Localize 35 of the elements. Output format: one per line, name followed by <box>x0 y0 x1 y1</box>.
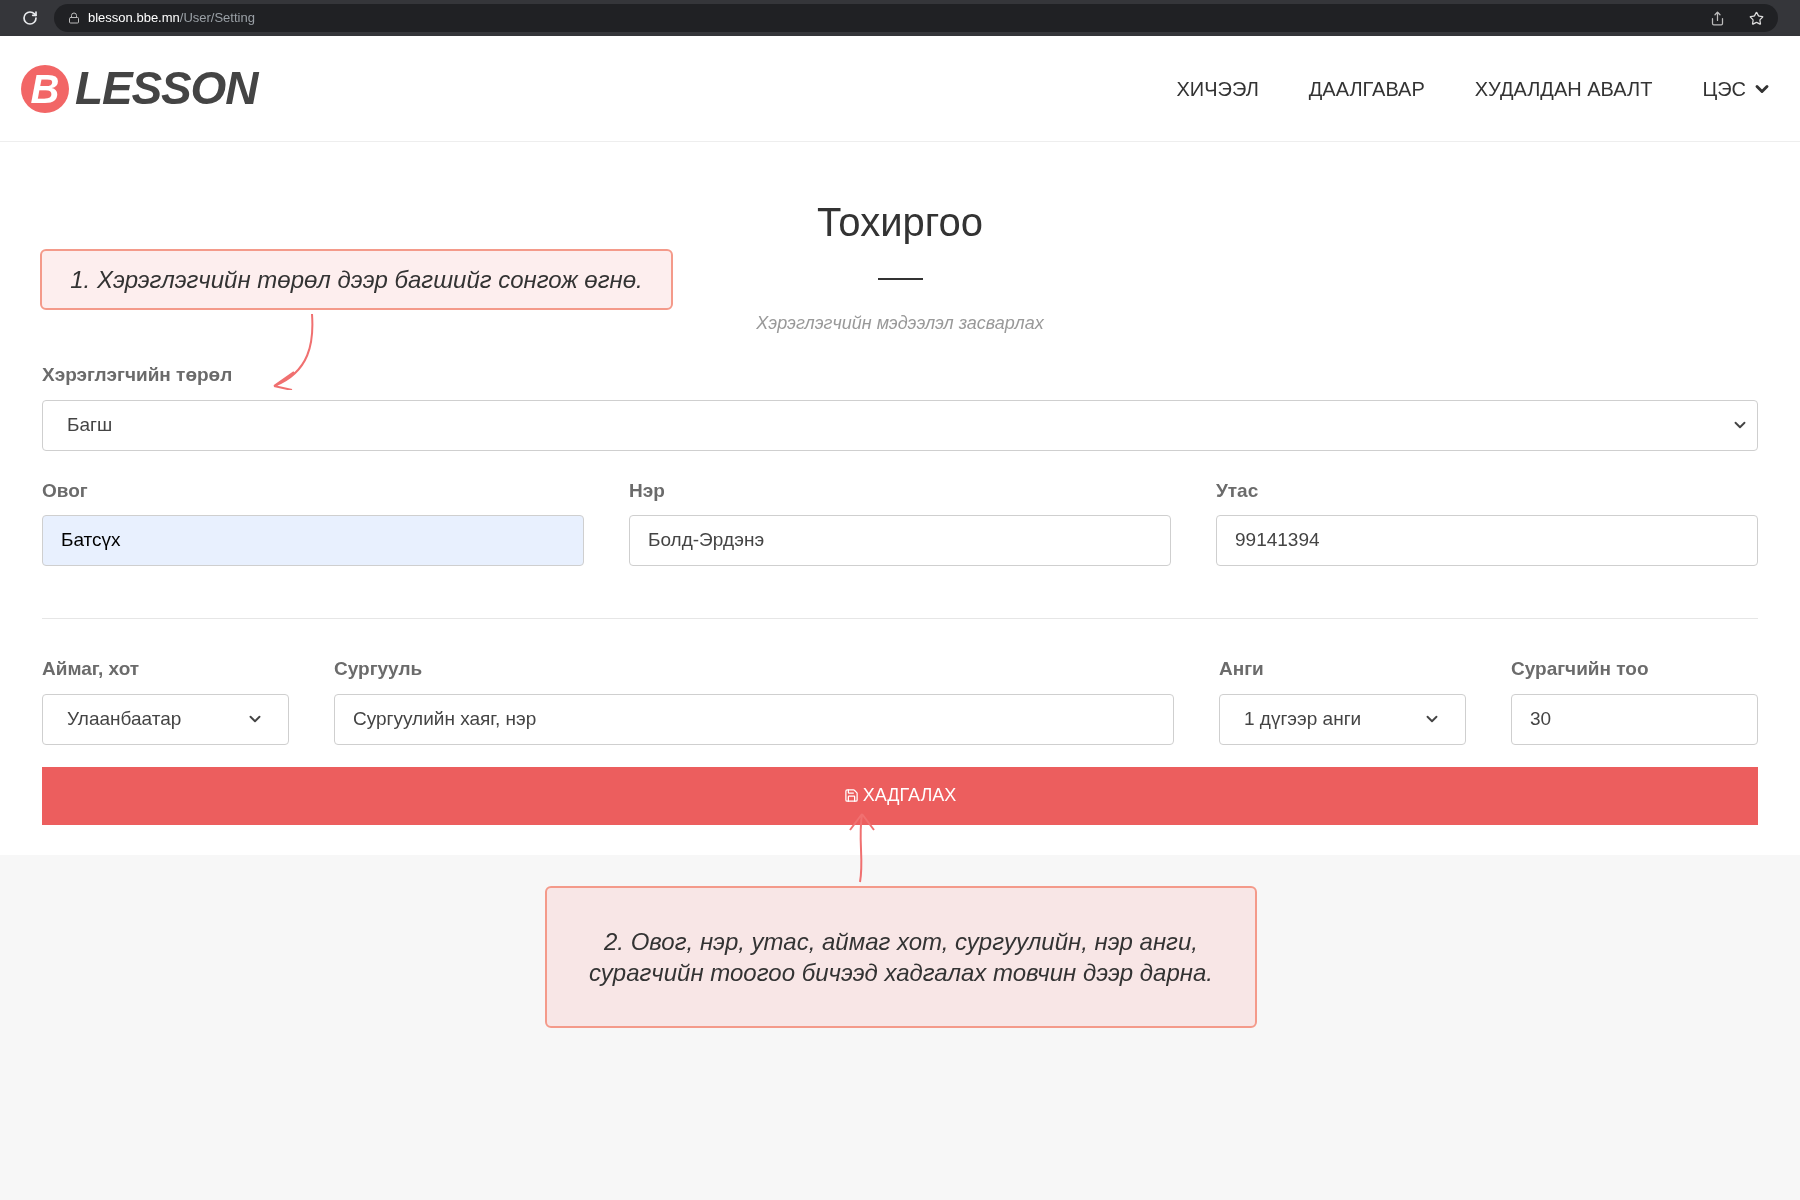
field-label: Нэр <box>629 478 666 503</box>
select-field[interactable]: 1 дүгээр анги <box>1219 693 1466 745</box>
url-path: /User/Setting <box>179 9 255 28</box>
nav-link[interactable]: ХИЧЭЭЛ <box>1176 73 1259 104</box>
input-field[interactable]: 30 <box>1511 693 1758 745</box>
share-icon[interactable] <box>1710 10 1725 26</box>
nav-link[interactable]: ДААЛГАВАР <box>1308 73 1425 104</box>
bookmark-star-icon[interactable] <box>1749 10 1764 26</box>
reload-icon[interactable] <box>22 10 38 26</box>
input-field[interactable]: Болд-Эрдэнэ <box>629 515 1171 566</box>
field-label: Утас <box>1216 478 1260 503</box>
field-label: Овог <box>42 478 89 503</box>
logo-text: LESSON <box>75 61 258 116</box>
annotation-callout: 2. Овог, нэр, утас, аймаг хот, сургуулийн, нэр анги, сурагчийн тоогоо бичээд хадгалах товчин дээр дарна. <box>545 886 1257 1028</box>
select-field[interactable]: Багш <box>42 399 1758 451</box>
logo[interactable]: B LESSON <box>21 54 258 123</box>
field-label: Аймаг, хот <box>42 657 141 681</box>
input-field[interactable]: Сургуулийн хаяг, нэр <box>334 693 1174 745</box>
url-host: blesson.bbe.mn <box>88 9 180 28</box>
menu-dropdown[interactable]: ЦЭС <box>1702 73 1772 104</box>
input-field[interactable]: Батсүх <box>42 515 584 566</box>
field-label: Анги <box>1219 657 1265 681</box>
select-field[interactable]: Улаанбаатар <box>42 693 289 745</box>
address-bar[interactable]: blesson.bbe.mn/User/Setting <box>54 4 1778 32</box>
field-label: Сургууль <box>334 657 424 681</box>
nav-link[interactable]: ХУДАЛДАН АВАЛТ <box>1474 73 1653 104</box>
field-label: Хэрэглэгчийн төрөл <box>42 363 234 387</box>
page-subtitle: Хэрэглэгчийн мэдээлэл засварлах <box>756 312 1044 335</box>
save-icon <box>843 788 859 803</box>
field-label: Сурагчийн тоо <box>1511 657 1650 681</box>
page-title: Тохиргоо <box>817 199 983 246</box>
annotation-callout: 1. Хэрэглэгчийн төрөл дээр багшийг сонгож өгнө. <box>40 249 673 310</box>
lock-icon <box>68 12 80 24</box>
logo-badge: B <box>21 64 69 113</box>
input-field[interactable]: 99141394 <box>1216 515 1758 566</box>
